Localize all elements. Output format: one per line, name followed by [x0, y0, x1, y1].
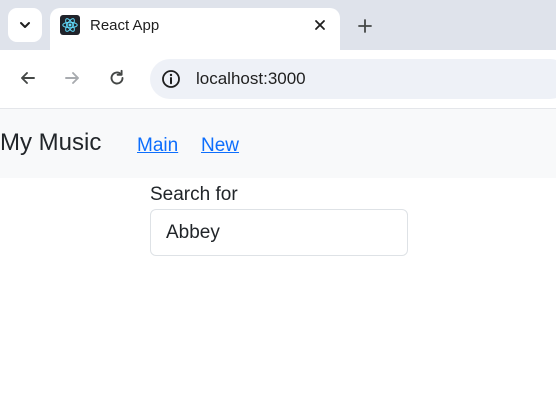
close-icon — [315, 20, 325, 30]
new-tab-button[interactable] — [352, 13, 378, 39]
forward-button[interactable] — [59, 65, 85, 91]
tab-title: React App — [90, 17, 160, 34]
info-icon — [162, 70, 180, 88]
browser-tabstrip: React App — [0, 0, 556, 50]
arrow-left-icon — [21, 72, 35, 84]
tab-search-button[interactable] — [8, 8, 42, 42]
reload-icon — [110, 69, 124, 85]
url-text[interactable]: localhost:3000 — [196, 69, 306, 89]
react-logo-icon — [60, 15, 80, 35]
site-info-button[interactable] — [160, 68, 182, 90]
back-button[interactable] — [15, 65, 41, 91]
app-navbar: My Music Main New — [0, 109, 556, 178]
address-bar[interactable]: localhost:3000 — [150, 59, 556, 99]
browser-tab[interactable]: React App — [50, 8, 340, 50]
arrow-right-icon — [65, 72, 79, 84]
reload-button[interactable] — [104, 65, 130, 91]
app-brand: My Music — [0, 129, 102, 156]
search-label: Search for — [150, 184, 238, 205]
chevron-down-icon — [20, 22, 30, 28]
plus-icon — [358, 19, 372, 33]
search-input[interactable] — [150, 209, 408, 256]
nav-link-main[interactable]: Main — [137, 135, 178, 157]
browser-toolbar: localhost:3000 — [0, 50, 556, 109]
nav-link-new[interactable]: New — [201, 135, 239, 157]
tab-close-button[interactable] — [310, 15, 330, 35]
